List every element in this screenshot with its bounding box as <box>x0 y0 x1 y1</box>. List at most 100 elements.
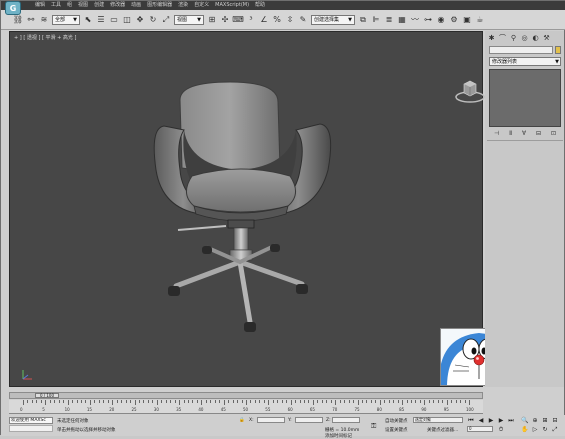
utilities-icon[interactable]: ⚒ <box>542 34 551 43</box>
track-minor-tick <box>370 400 372 403</box>
menu-maxscript[interactable]: MAXScript(M) <box>215 1 249 10</box>
ref-coord-select[interactable]: 视图 ▼ <box>174 14 204 25</box>
key-filters-button[interactable]: 关键点过滤器... <box>427 427 458 433</box>
configure-modifier-icon[interactable]: ⊡ <box>551 130 556 137</box>
menu-help[interactable]: 帮助 <box>255 1 265 10</box>
motion-icon[interactable]: ◎ <box>520 34 529 43</box>
edit-named-selection-icon[interactable]: ✎ <box>298 14 308 26</box>
previous-frame-icon[interactable]: ◀ <box>477 417 485 424</box>
maximize-viewport-icon[interactable]: ⤢ <box>551 426 559 433</box>
add-time-tag[interactable]: 添加时间标记 <box>325 433 352 439</box>
schematic-view-icon[interactable]: ⊶ <box>423 14 433 26</box>
select-object-icon[interactable]: ⬉ <box>83 14 93 26</box>
track-tick <box>268 400 270 405</box>
select-by-name-icon[interactable]: ☰ <box>96 14 106 26</box>
play-icon[interactable]: ▶ <box>487 417 495 424</box>
angle-snap-icon[interactable]: ∠ <box>259 14 269 26</box>
link-icon[interactable]: ⛓ <box>13 14 23 26</box>
object-color-swatch[interactable] <box>555 46 561 54</box>
create-icon[interactable]: ✱ <box>487 34 496 43</box>
viewcube-icon[interactable] <box>454 76 486 104</box>
pivot-center-icon[interactable]: ⊞ <box>207 14 217 26</box>
next-frame-icon[interactable]: ▶ <box>497 417 505 424</box>
time-slider[interactable]: 0 / 100 <box>9 392 483 399</box>
maxscript-listener[interactable]: 欢迎使用 MAXSc <box>9 417 53 424</box>
zoom-all-icon[interactable]: ⊕ <box>531 417 539 424</box>
auto-key-label[interactable]: 自动关键点 <box>385 418 408 424</box>
fov-icon[interactable]: ▷ <box>531 426 539 433</box>
z-coord-field[interactable] <box>332 417 360 423</box>
key-icon[interactable]: ⚿ <box>371 422 376 431</box>
menu-edit[interactable]: 编辑 <box>35 1 45 10</box>
perspective-viewport[interactable]: + ] [ 透视 ] [ 平滑 + 高光 ] <box>9 31 486 387</box>
render-production-icon[interactable]: ☕ <box>475 14 485 26</box>
object-name-field[interactable] <box>489 46 553 54</box>
spinner-snap-icon[interactable]: ⇳ <box>285 14 295 26</box>
window-crossing-icon[interactable]: ◫ <box>122 14 132 26</box>
maxscript-listener-output[interactable] <box>9 425 53 432</box>
menu-graph-editors[interactable]: 图形编辑器 <box>147 1 172 10</box>
menu-create[interactable]: 创建 <box>94 1 104 10</box>
rendered-frame-icon[interactable]: ▣ <box>462 14 472 26</box>
menu-customize[interactable]: 自定义 <box>194 1 209 10</box>
hierarchy-icon[interactable]: ⚲ <box>509 34 518 43</box>
rect-region-icon[interactable]: ▭ <box>109 14 119 26</box>
graphite-ribbon-icon[interactable]: ▦ <box>397 14 407 26</box>
set-key-label[interactable]: 设置关键点 <box>385 427 408 433</box>
office-chair-model[interactable] <box>140 80 340 340</box>
track-minor-tick <box>464 400 466 403</box>
menu-rendering[interactable]: 渲染 <box>178 1 188 10</box>
x-coord-field[interactable] <box>257 417 285 423</box>
track-minor-tick <box>192 400 194 403</box>
pan-icon[interactable]: ✋ <box>521 426 529 433</box>
zoom-extents-all-icon[interactable]: ⊟ <box>551 417 559 424</box>
menu-group[interactable]: 组 <box>67 1 72 10</box>
snap-3d-icon[interactable]: ³ <box>246 14 256 26</box>
track-minor-tick <box>165 400 167 403</box>
time-slider-knob[interactable]: 0 / 100 <box>35 393 59 398</box>
track-bar[interactable]: 0 5 10 15 20 25 30 35 40 45 50 55 60 65 70 75 80 85 90 95 10… <box>9 400 483 414</box>
material-editor-icon[interactable]: ◉ <box>436 14 446 26</box>
selected-set-select[interactable]: 选定对象 <box>413 417 463 423</box>
remove-modifier-icon[interactable]: ⊟ <box>536 130 541 137</box>
select-move-icon[interactable]: ✥ <box>135 14 145 26</box>
orbit-icon[interactable]: ↻ <box>541 426 549 433</box>
curve-editor-icon[interactable]: 〰 <box>410 14 420 26</box>
selection-filter-select[interactable]: 全部 ▼ <box>52 14 80 25</box>
current-frame-field[interactable]: 0 <box>467 426 493 432</box>
menu-modifiers[interactable]: 修改器 <box>110 1 125 10</box>
keyboard-shortcut-icon[interactable]: ⌨ <box>232 14 244 26</box>
app-logo-icon[interactable]: G <box>5 1 21 15</box>
y-coord-field[interactable] <box>295 417 323 423</box>
go-to-end-icon[interactable]: ⏭ <box>507 417 515 424</box>
zoom-icon[interactable]: 🔍 <box>521 417 529 424</box>
show-end-result-icon[interactable]: Ⅱ <box>509 130 512 137</box>
unlink-icon[interactable]: ⚯ <box>26 14 36 26</box>
modify-icon[interactable]: ⌒ <box>498 34 507 43</box>
track-minor-tick <box>228 400 230 403</box>
menu-views[interactable]: 视图 <box>78 1 88 10</box>
layer-manager-icon[interactable]: ≣ <box>384 14 394 26</box>
go-to-start-icon[interactable]: ⏮ <box>467 417 475 424</box>
viewport-label[interactable]: + ] [ 透视 ] [ 平滑 + 高光 ] <box>14 34 76 41</box>
align-icon[interactable]: ⊫ <box>371 14 381 26</box>
modifier-list-select[interactable]: 修改器列表 ▼ <box>489 57 561 66</box>
render-setup-icon[interactable]: ⚙ <box>449 14 459 26</box>
display-icon[interactable]: ◐ <box>531 34 540 43</box>
named-selection-set-select[interactable]: 创建选择集 ▼ <box>311 14 355 25</box>
menu-tools[interactable]: 工具 <box>51 1 61 10</box>
modifier-stack[interactable] <box>489 69 561 127</box>
percent-snap-icon[interactable]: % <box>272 14 282 26</box>
zoom-extents-icon[interactable]: ⊞ <box>541 417 549 424</box>
select-manipulate-icon[interactable]: ✣ <box>220 14 230 26</box>
select-scale-icon[interactable]: ⤢ <box>161 14 171 26</box>
time-config-icon[interactable]: ⏱ <box>497 426 505 433</box>
lock-selection-icon[interactable]: 🔒 <box>239 418 245 423</box>
select-rotate-icon[interactable]: ↻ <box>148 14 158 26</box>
menu-animation[interactable]: 动画 <box>131 1 141 10</box>
bind-spacewarp-icon[interactable]: ≋ <box>39 14 49 26</box>
make-unique-icon[interactable]: ∀ <box>522 130 526 137</box>
mirror-icon[interactable]: ⧉ <box>358 14 368 26</box>
pin-stack-icon[interactable]: ⊣ <box>494 130 499 137</box>
track-minor-tick <box>138 400 140 403</box>
